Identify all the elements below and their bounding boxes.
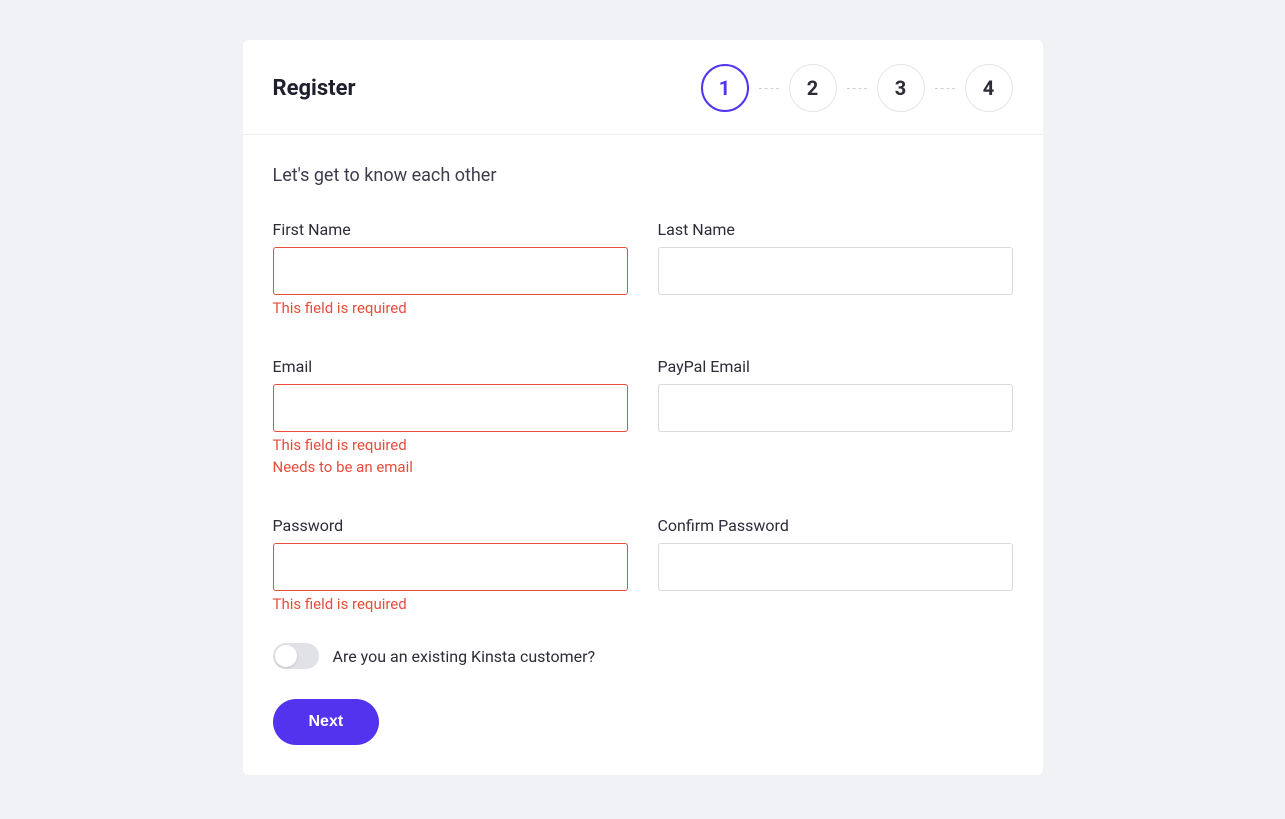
subtitle: Let's get to know each other xyxy=(273,165,1013,186)
register-card: Register 1 2 3 4 Let's get to know each … xyxy=(243,40,1043,775)
last-name-input[interactable] xyxy=(658,247,1013,295)
first-name-input[interactable] xyxy=(273,247,628,295)
email-field: Email This field is required Needs to be… xyxy=(273,357,628,476)
last-name-field: Last Name xyxy=(658,220,1013,317)
step-2[interactable]: 2 xyxy=(789,64,837,112)
next-button[interactable]: Next xyxy=(273,699,380,745)
step-3[interactable]: 3 xyxy=(877,64,925,112)
paypal-email-input[interactable] xyxy=(658,384,1013,432)
email-input[interactable] xyxy=(273,384,628,432)
step-separator xyxy=(759,88,779,89)
page-title: Register xyxy=(273,76,356,101)
paypal-email-field: PayPal Email xyxy=(658,357,1013,476)
card-body: Let's get to know each other First Name … xyxy=(243,135,1043,775)
password-input[interactable] xyxy=(273,543,628,591)
confirm-password-input[interactable] xyxy=(658,543,1013,591)
paypal-email-label: PayPal Email xyxy=(658,357,1013,376)
step-4[interactable]: 4 xyxy=(965,64,1013,112)
first-name-label: First Name xyxy=(273,220,628,239)
form-grid: First Name This field is required Last N… xyxy=(273,220,1013,613)
first-name-error: This field is required xyxy=(273,299,628,317)
existing-customer-label: Are you an existing Kinsta customer? xyxy=(333,647,596,666)
existing-customer-row: Are you an existing Kinsta customer? xyxy=(273,643,1013,669)
existing-customer-toggle[interactable] xyxy=(273,643,319,669)
card-header: Register 1 2 3 4 xyxy=(243,40,1043,135)
first-name-field: First Name This field is required xyxy=(273,220,628,317)
email-error-2: Needs to be an email xyxy=(273,458,628,476)
step-1[interactable]: 1 xyxy=(701,64,749,112)
confirm-password-field: Confirm Password xyxy=(658,516,1013,613)
password-field: Password This field is required xyxy=(273,516,628,613)
password-label: Password xyxy=(273,516,628,535)
step-separator xyxy=(935,88,955,89)
email-error-1: This field is required xyxy=(273,436,628,454)
step-separator xyxy=(847,88,867,89)
password-error: This field is required xyxy=(273,595,628,613)
step-indicator: 1 2 3 4 xyxy=(701,64,1013,112)
toggle-knob xyxy=(275,645,297,667)
confirm-password-label: Confirm Password xyxy=(658,516,1013,535)
email-label: Email xyxy=(273,357,628,376)
last-name-label: Last Name xyxy=(658,220,1013,239)
